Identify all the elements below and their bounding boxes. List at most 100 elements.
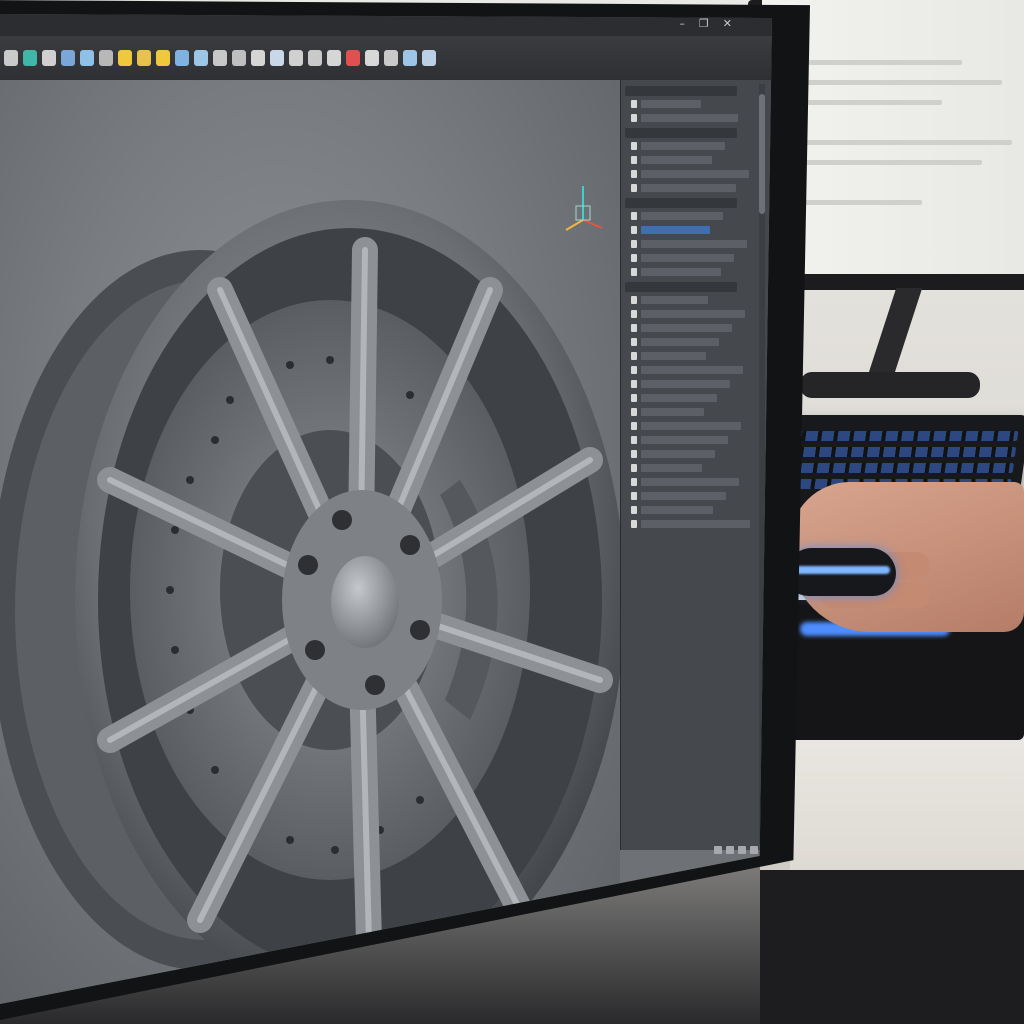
cad-application-window: – ❐ ✕ bbox=[0, 14, 772, 1004]
power-led bbox=[707, 905, 719, 913]
tree-item[interactable] bbox=[641, 478, 739, 486]
tree-item-icon bbox=[631, 380, 637, 388]
tree-item[interactable] bbox=[641, 366, 743, 374]
tree-item-icon bbox=[631, 422, 637, 430]
document-icon[interactable] bbox=[251, 50, 265, 66]
tree-section-header[interactable] bbox=[625, 86, 737, 96]
tree-item[interactable] bbox=[641, 212, 723, 220]
tree-item[interactable] bbox=[641, 184, 736, 192]
panel-scrollbar-thumb[interactable] bbox=[759, 94, 765, 214]
tree-item[interactable] bbox=[641, 254, 734, 262]
tree-item-icon bbox=[631, 492, 637, 500]
tree-item-icon bbox=[631, 352, 637, 360]
tree-item[interactable] bbox=[641, 268, 721, 276]
grid-icon[interactable] bbox=[232, 50, 246, 66]
cube-outline-icon[interactable] bbox=[194, 50, 208, 66]
tree-item[interactable] bbox=[641, 114, 738, 122]
wheel-model[interactable] bbox=[0, 180, 650, 1014]
main-toolbar bbox=[0, 36, 772, 80]
tree-item[interactable] bbox=[641, 170, 749, 178]
tree-section-header[interactable] bbox=[625, 128, 737, 138]
tree-item-icon bbox=[631, 450, 637, 458]
bulb-icon[interactable] bbox=[118, 50, 132, 66]
tree-item-icon bbox=[631, 268, 637, 276]
record-icon[interactable] bbox=[346, 50, 360, 66]
status-icon[interactable] bbox=[714, 846, 722, 854]
tree-item-icon bbox=[631, 212, 637, 220]
center-cap bbox=[331, 556, 399, 648]
tree-item[interactable] bbox=[641, 492, 726, 500]
sphere-icon[interactable] bbox=[23, 50, 37, 66]
tree-section-header[interactable] bbox=[625, 198, 737, 208]
tree-item[interactable] bbox=[641, 240, 747, 248]
tree-section-header[interactable] bbox=[625, 282, 737, 292]
status-icon[interactable] bbox=[726, 846, 734, 854]
tree-item-icon bbox=[631, 366, 637, 374]
tree-item[interactable] bbox=[641, 394, 717, 402]
valve-stem bbox=[374, 932, 390, 948]
tree-item-icon bbox=[631, 240, 637, 248]
zoom-icon[interactable] bbox=[327, 50, 341, 66]
3d-viewport[interactable] bbox=[0, 80, 625, 1004]
tree-item-icon bbox=[631, 436, 637, 444]
tree-item[interactable] bbox=[641, 380, 730, 388]
pencil-icon[interactable] bbox=[4, 50, 18, 66]
tree-item-icon bbox=[631, 114, 637, 122]
tree-item[interactable] bbox=[641, 226, 710, 234]
tree-item-icon bbox=[631, 142, 637, 150]
globe-icon[interactable] bbox=[80, 50, 94, 66]
tree-item[interactable] bbox=[641, 310, 745, 318]
folder-icon[interactable] bbox=[137, 50, 151, 66]
gear-icon[interactable] bbox=[99, 50, 113, 66]
hand-icon[interactable] bbox=[156, 50, 170, 66]
tree-item[interactable] bbox=[641, 506, 713, 514]
status-icon[interactable] bbox=[762, 846, 770, 854]
tree-item-icon bbox=[631, 338, 637, 346]
tree-item[interactable] bbox=[641, 464, 702, 472]
status-icon[interactable] bbox=[738, 846, 746, 854]
tree-item[interactable] bbox=[641, 408, 704, 416]
sheet-icon[interactable] bbox=[270, 50, 284, 66]
page-icon[interactable] bbox=[365, 50, 379, 66]
tree-item-icon bbox=[631, 170, 637, 178]
tree-item[interactable] bbox=[641, 142, 725, 150]
tree-item[interactable] bbox=[641, 296, 708, 304]
window-controls: – ❐ ✕ bbox=[679, 18, 732, 30]
tree-item[interactable] bbox=[641, 324, 732, 332]
chart-icon[interactable] bbox=[422, 50, 436, 66]
minimize-button[interactable]: – bbox=[679, 18, 685, 30]
tree-item[interactable] bbox=[641, 422, 741, 430]
trash-icon[interactable] bbox=[213, 50, 227, 66]
restore-button[interactable]: ❐ bbox=[699, 18, 709, 30]
tree-item-icon bbox=[631, 464, 637, 472]
status-bar bbox=[650, 840, 770, 860]
brush-icon[interactable] bbox=[42, 50, 56, 66]
tree-item[interactable] bbox=[641, 338, 719, 346]
tree-item[interactable] bbox=[641, 156, 712, 164]
tree-item[interactable] bbox=[641, 100, 701, 108]
status-icon[interactable] bbox=[750, 846, 758, 854]
tree-item-icon bbox=[631, 506, 637, 514]
tree-item-icon bbox=[631, 296, 637, 304]
shield-icon[interactable] bbox=[175, 50, 189, 66]
background-monitor-base bbox=[800, 372, 980, 398]
tree-item-icon bbox=[631, 184, 637, 192]
tree-item[interactable] bbox=[641, 450, 715, 458]
hook-icon[interactable] bbox=[384, 50, 398, 66]
tree-item-icon bbox=[631, 394, 637, 402]
screen-icon[interactable] bbox=[403, 50, 417, 66]
cube-icon[interactable] bbox=[61, 50, 75, 66]
tree-item-icon bbox=[631, 478, 637, 486]
desk-underside bbox=[760, 870, 1024, 1024]
copy-icon[interactable] bbox=[289, 50, 303, 66]
main-monitor: – ❐ ✕ bbox=[0, 0, 810, 1024]
tree-item[interactable] bbox=[641, 352, 706, 360]
feature-tree-panel[interactable] bbox=[620, 80, 771, 850]
tree-item[interactable] bbox=[641, 520, 750, 528]
tree-item[interactable] bbox=[641, 436, 728, 444]
close-button[interactable]: ✕ bbox=[723, 18, 732, 30]
tree-item-icon bbox=[631, 310, 637, 318]
target-icon[interactable] bbox=[308, 50, 322, 66]
panel-scrollbar[interactable] bbox=[759, 84, 765, 844]
tree-item-icon bbox=[631, 254, 637, 262]
